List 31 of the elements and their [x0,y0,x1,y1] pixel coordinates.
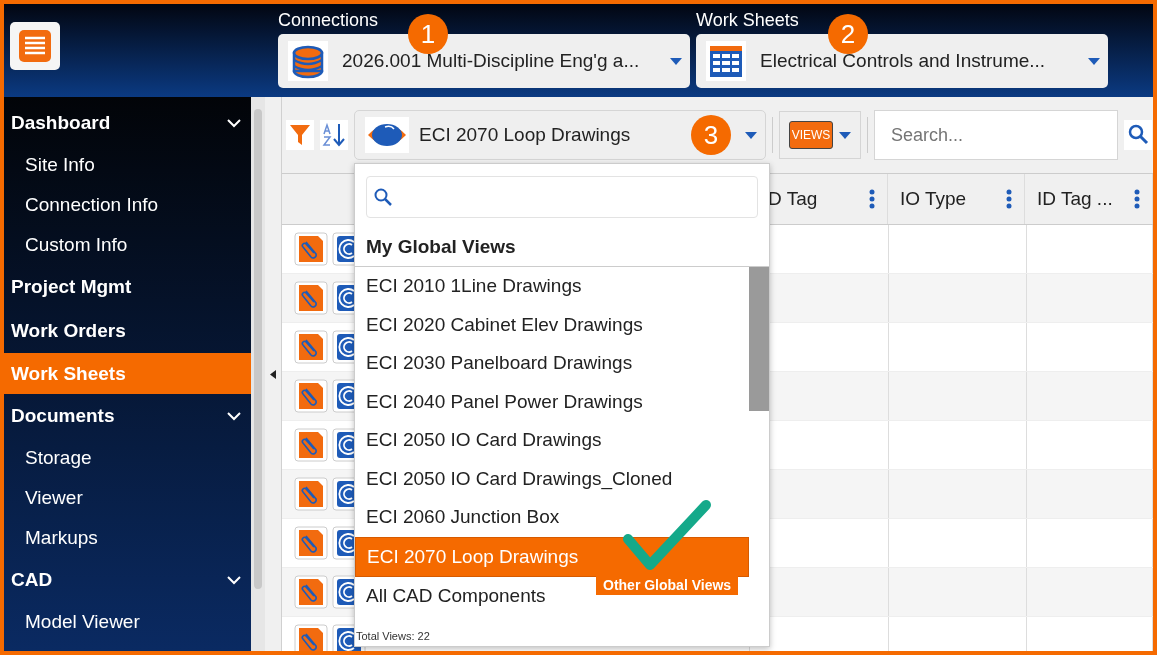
sidebar-item[interactable]: CAD [4,558,251,602]
view-option[interactable]: ECI 2020 Cabinet Elev Drawings [355,305,649,344]
step-badge: 3 [691,115,731,155]
view-option[interactable]: ECI 2060 Junction Box [355,498,566,537]
sidebar-subitem[interactable]: Markups [4,518,251,558]
view-select[interactable]: ECI 2070 Loop Drawings 3 [354,110,766,160]
sidebar-item[interactable]: Documents [4,394,251,438]
sidebar-subitem[interactable]: Connection Info [4,185,251,225]
step-badge: 1 [408,14,448,54]
sidebar-item[interactable]: Work Orders [4,309,251,353]
sidebar-subitem[interactable]: Model Viewer [4,602,251,642]
total-views-count: Total Views: 22 [355,630,431,644]
view-option[interactable]: All CAD Components [355,577,552,616]
view-option[interactable]: ECI 2050 IO Card Drawings_Cloned [355,459,679,498]
group-heading: My Global Views [355,218,769,267]
view-option[interactable]: ECI 2050 IO Card Drawings [355,421,608,460]
connections-label: Connections [278,10,380,30]
search-field[interactable]: Search... [874,110,1118,160]
column-header[interactable]: ID Tag ... [1025,174,1153,224]
column-header[interactable]: IO Type [888,174,1025,224]
view-option[interactable]: ECI 2030 Panelboard Drawings [355,344,639,383]
sidebar-subitem[interactable]: Site Info [4,145,251,185]
work-sheets-label: Work Sheets [696,10,800,30]
view-option[interactable]: ECI 2010 1Line Drawings [355,267,588,306]
step-badge: 2 [828,14,868,54]
sidebar-item[interactable]: Dashboard [4,101,251,145]
sidebar-subitem[interactable]: Custom Info [4,225,251,265]
sidebar-subitem[interactable]: Viewer [4,478,251,518]
sidebar-subitem[interactable]: Storage [4,438,251,478]
sidebar-item[interactable]: Project Mgmt [4,265,251,309]
callout-label: Other Global Views [596,575,739,595]
